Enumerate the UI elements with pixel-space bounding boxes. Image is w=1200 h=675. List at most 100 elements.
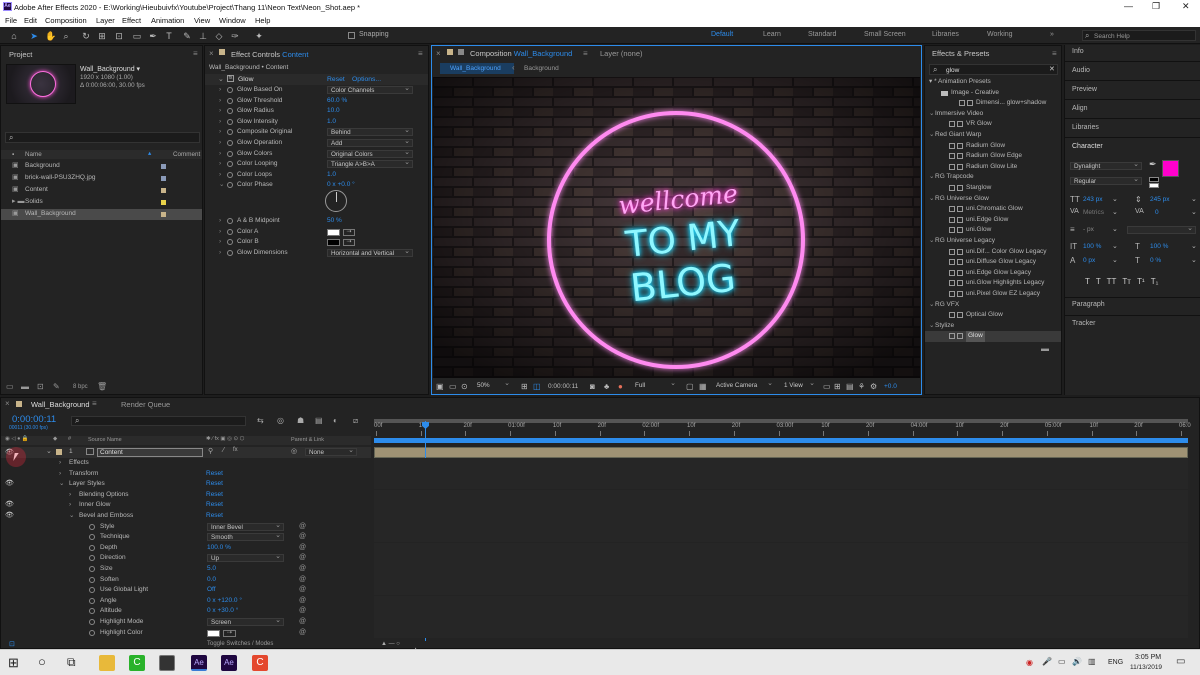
column-parent[interactable]: Parent & Link [291,437,324,443]
panel-menu-icon[interactable]: ≡ [1052,49,1057,58]
reset-link[interactable]: Reset [206,479,223,490]
show-snapshot-icon[interactable]: ♣ [604,382,609,391]
close-panel-icon[interactable]: × [436,49,441,58]
effect-property-row[interactable]: › Glow Operation Add [205,138,428,149]
mask-icon[interactable]: ◫ [533,382,541,391]
effect-property-dropdown[interactable]: Triangle A>B>A [327,159,413,169]
black-swatch[interactable] [1149,177,1159,182]
visibility-eye-icon[interactable]: 👁 [5,479,14,490]
timeline-property-dropdown[interactable]: Up [207,553,284,563]
menu-effect[interactable]: Effect [122,16,141,25]
info-tab[interactable]: Info [1072,48,1084,55]
close-panel-icon[interactable]: × [209,49,214,58]
media-app-icon[interactable] [159,655,175,671]
timeline-property-row[interactable]: Direction Up @ [1,553,371,564]
tracking-value[interactable]: 0 [1155,209,1159,216]
effects-item[interactable]: uni.Glow Highlights Legacy [925,278,1061,289]
effect-property-row[interactable]: › A & B Midpoint 50 % [205,216,428,227]
expand-arrow-icon[interactable]: › [59,458,61,469]
battery-icon[interactable]: ▭ [1058,657,1066,666]
timeline-property-row[interactable]: Angle 0 x +120.0 ° @ [1,596,371,607]
glow-effect-header[interactable]: ⌄ fx Glow Reset Options... [205,74,428,85]
audio-tab[interactable]: Audio [1072,67,1090,74]
project-item[interactable]: ▣ brick-wall-PSU3ZHQ.jpg [1,173,202,184]
hand-tool-icon[interactable]: ✋ [45,31,56,41]
chevron-down-icon[interactable]: ⌄ [1191,242,1197,250]
clock-date[interactable]: 11/13/2019 [1130,664,1162,671]
timeline-property-row[interactable]: Use Global Light Off @ [1,585,371,596]
effect-property-value[interactable]: 1.0 [327,117,336,128]
vertical-scale-value[interactable]: 100 % [1083,243,1101,250]
visibility-eye-icon[interactable]: 👁 [5,511,14,522]
zoom-dropdown[interactable]: 50% [474,380,512,390]
column-source-name[interactable]: Source Name [88,437,122,443]
chevron-down-icon[interactable]: ⌄ [929,300,934,311]
expand-arrow-icon[interactable]: › [219,170,221,181]
maximize-icon[interactable]: ❐ [1152,1,1160,12]
timeline-property-value[interactable]: 0 x +30.0 ° [207,606,238,617]
timeline-property-row[interactable]: Highlight Mode Screen @ [1,617,371,628]
stopwatch-icon[interactable] [227,87,233,93]
expand-arrow-icon[interactable]: › [219,85,221,96]
menu-layer[interactable]: Layer [96,16,115,25]
reset-link[interactable]: Reset [327,76,345,83]
effect-property-row[interactable]: › Composite Original Behind [205,127,428,138]
timeline-icon[interactable]: ▤ [846,382,854,391]
white-swatch[interactable] [1149,183,1159,188]
effects-item[interactable]: uni.Edge Glow Legacy [925,268,1061,279]
expand-arrow-icon[interactable]: ⌄ [69,511,74,522]
crumb-background[interactable]: Background [524,65,559,72]
draft-3d-icon[interactable]: ◎ [277,416,284,425]
vr-icon[interactable]: ⊙ [461,382,468,391]
timeline-search-input[interactable]: ⌕ [71,416,246,426]
expand-arrow-icon[interactable]: ⌄ [59,479,64,490]
sort-icon[interactable]: ▴ [148,150,151,157]
timeline-property-row[interactable]: Technique Smooth @ [1,532,371,543]
stopwatch-icon[interactable] [89,608,95,615]
font-style-dropdown[interactable]: Regular [1070,176,1142,185]
stopwatch-icon[interactable] [227,129,233,136]
views-dropdown[interactable]: 1 View [781,380,817,390]
effect-property-row[interactable]: › Glow Threshold 60.0 % [205,96,428,107]
chevron-down-icon[interactable]: ⌄ [1112,256,1118,264]
workspace-small-screen[interactable]: Small Screen [864,31,906,38]
minimize-icon[interactable]: — [1124,1,1133,11]
timeline-property-row[interactable]: › Blending Options Reset [1,490,371,501]
panel-menu-icon[interactable]: ≡ [193,49,198,58]
reset-link[interactable]: Reset [206,469,223,480]
crumb-wall-background[interactable]: Wall_Background [440,63,514,74]
expand-arrow-icon[interactable]: ⌄ [219,180,224,191]
effect-property-row[interactable]: ⌄ Color Phase 0 x +0.0 ° [205,180,428,191]
pan-behind-tool-icon[interactable]: ⊡ [114,31,124,41]
timeline-property-row[interactable]: Highlight Color ⇢ @ [1,628,371,639]
effects-search-input[interactable]: ⌕ glow ✕ [929,64,1058,75]
menu-window[interactable]: Window [219,16,246,25]
stroke-width-value[interactable]: - px [1083,226,1094,233]
exposure-value[interactable]: +0.0 [884,383,897,390]
lock-icon[interactable] [447,49,453,55]
camera-tool-icon[interactable]: ⊞ [97,31,107,41]
camera-dropdown[interactable]: Active Camera [713,380,775,390]
effect-property-dropdown[interactable]: Original Colors [327,149,413,158]
color-swatch[interactable] [207,629,220,637]
reset-link[interactable]: Reset [206,500,223,511]
interpret-footage-icon[interactable]: ▭ [6,382,14,391]
after-effects-taskbar-icon[interactable]: Ae [191,655,207,671]
timeline-property-row[interactable]: 👁 ⌄ Layer Styles Reset [1,479,371,490]
home-icon[interactable]: ⌂ [9,31,19,41]
label-color[interactable] [161,176,166,181]
project-item[interactable]: ▸ ▬ Solids [1,197,202,208]
chevron-down-icon[interactable]: ⌄ [1191,208,1197,216]
windows-start-icon[interactable]: ⊞ [8,655,19,671]
render-queue-tab[interactable]: Render Queue [121,400,170,409]
effect-property-value[interactable]: 50 % [327,216,342,227]
effect-property-row[interactable]: › Glow Radius 10.0 [205,106,428,117]
effects-presets-tab[interactable]: Effects & Presets [932,49,989,58]
expand-arrow-icon[interactable]: › [219,127,221,138]
render-time-icon[interactable]: ⊡ [9,640,15,648]
effect-property-row[interactable]: › Color Looping Triangle A>B>A [205,159,428,170]
notification-center-icon[interactable]: ▭ [1176,656,1185,667]
timeline-property-value[interactable]: 0.0 [207,575,216,586]
effects-category[interactable]: ⌄ RG Universe Legacy [925,236,1061,247]
rotate-tool-icon[interactable]: ↻ [81,31,91,41]
